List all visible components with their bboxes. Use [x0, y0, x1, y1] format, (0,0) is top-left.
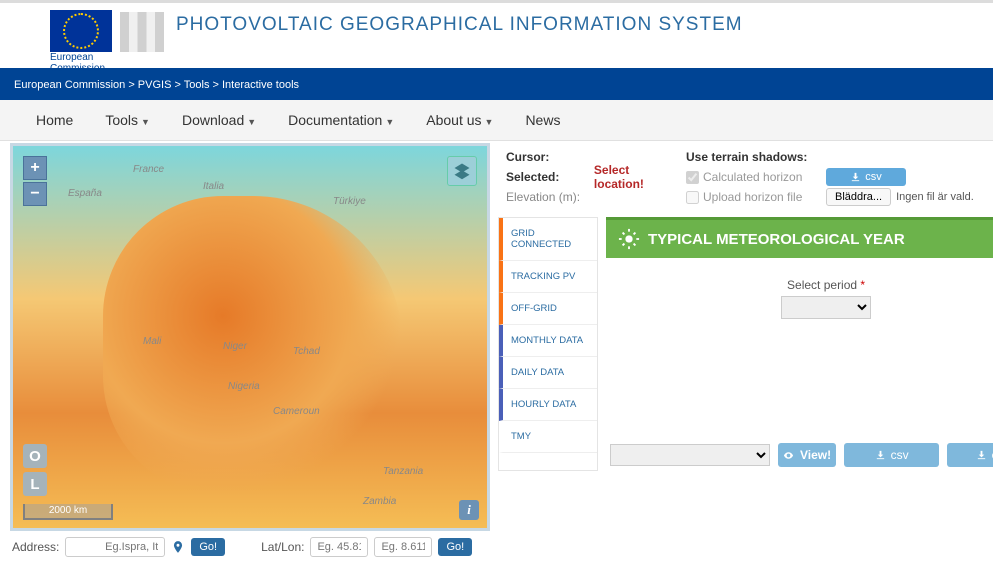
- selected-label: Selected:: [506, 170, 594, 184]
- view-button[interactable]: View!: [778, 443, 836, 467]
- elevation-label: Elevation (m):: [506, 190, 601, 204]
- tab-daily-data[interactable]: DAILY DATA: [499, 357, 597, 389]
- address-input[interactable]: [65, 537, 165, 557]
- browse-file-button[interactable]: Bläddra...: [826, 188, 891, 206]
- main-menu: Home Tools▼ Download▼ Documentation▼ Abo…: [0, 100, 993, 141]
- tab-monthly-data[interactable]: MONTHLY DATA: [499, 325, 597, 357]
- tab-tracking-pv[interactable]: TRACKING PV: [499, 261, 597, 293]
- ec-org-label: EuropeanCommission: [0, 52, 993, 72]
- tab-tmy[interactable]: TMY: [499, 421, 597, 453]
- latlon-label: Lat/Lon:: [261, 540, 304, 554]
- no-file-label: Ingen fil är vald.: [896, 191, 974, 203]
- zoom-out-button[interactable]: −: [23, 182, 47, 206]
- menu-tools[interactable]: Tools▼: [89, 106, 166, 134]
- download-csv-bottom-button[interactable]: csv: [844, 443, 939, 467]
- map-label: Türkiye: [333, 196, 366, 207]
- chevron-down-icon: ▼: [247, 117, 256, 127]
- chevron-down-icon: ▼: [385, 117, 394, 127]
- marker-icon: [171, 540, 185, 554]
- download-icon: [850, 172, 861, 183]
- address-label: Address:: [12, 540, 59, 554]
- page-title: PHOTOVOLTAIC GEOGRAPHICAL INFORMATION SY…: [176, 14, 743, 52]
- address-go-button[interactable]: Go!: [191, 538, 225, 556]
- map-label: Italia: [203, 181, 224, 192]
- map-label: Zambia: [363, 496, 396, 507]
- zoom-in-button[interactable]: +: [23, 156, 47, 180]
- menu-download[interactable]: Download▼: [166, 106, 272, 134]
- shadows-label: Use terrain shadows:: [686, 150, 807, 164]
- select-period-label: Select period: [787, 278, 857, 292]
- tmy-icon: [618, 228, 640, 250]
- map-scale: 2000 km: [23, 504, 113, 520]
- map-label: Nigeria: [228, 381, 260, 392]
- map-label: Cameroun: [273, 406, 320, 417]
- map-l-button[interactable]: L: [23, 472, 47, 496]
- layers-button[interactable]: [447, 156, 477, 186]
- ec-flag-logo: [50, 10, 112, 52]
- tab-off-grid[interactable]: OFF-GRID: [499, 293, 597, 325]
- map-label: Mali: [143, 336, 161, 347]
- map-label: Tchad: [293, 346, 320, 357]
- eye-icon: [783, 450, 794, 461]
- upload-horizon-checkbox[interactable]: Upload horizon file: [686, 190, 802, 204]
- lon-input[interactable]: [374, 537, 432, 557]
- period-select[interactable]: [781, 296, 871, 319]
- map-label: España: [68, 188, 102, 199]
- download-csv-button[interactable]: csv: [826, 168, 906, 186]
- cursor-label: Cursor:: [506, 150, 601, 164]
- map-label: France: [133, 164, 164, 175]
- map-info-button[interactable]: i: [459, 500, 479, 520]
- bottom-select[interactable]: [610, 444, 770, 466]
- tab-hourly-data[interactable]: HOURLY DATA: [499, 389, 597, 421]
- lat-input[interactable]: [310, 537, 368, 557]
- map-label: Tanzania: [383, 466, 423, 477]
- tab-grid-connected[interactable]: GRID CONNECTED: [499, 218, 597, 261]
- download-icon: [976, 450, 987, 461]
- panel-header: TYPICAL METEOROLOGICAL YEAR ?: [606, 217, 993, 258]
- required-star: *: [860, 278, 865, 292]
- calc-horizon-checkbox[interactable]: Calculated horizon: [686, 170, 802, 184]
- latlon-go-button[interactable]: Go!: [438, 538, 472, 556]
- selected-value: Select location!: [594, 163, 676, 191]
- side-tabs: GRID CONNECTED TRACKING PV OFF-GRID MONT…: [498, 217, 598, 471]
- layers-icon: [453, 162, 471, 180]
- chevron-down-icon: ▼: [485, 117, 494, 127]
- panel-title: TYPICAL METEOROLOGICAL YEAR: [648, 231, 905, 248]
- map-label: Niger: [223, 341, 247, 352]
- menu-home[interactable]: Home: [20, 106, 89, 134]
- chevron-down-icon: ▼: [141, 117, 150, 127]
- menu-about[interactable]: About us▼: [410, 106, 509, 134]
- breadcrumb[interactable]: European Commission > PVGIS > Tools > In…: [0, 72, 993, 100]
- map-o-button[interactable]: O: [23, 444, 47, 468]
- menu-news[interactable]: News: [509, 106, 576, 134]
- download-icon: [875, 450, 886, 461]
- map-canvas[interactable]: España France Italia Türkiye Mali Niger …: [10, 143, 490, 531]
- download-epw-button[interactable]: epw: [947, 443, 993, 467]
- ec-building-logo: [120, 12, 164, 52]
- menu-documentation[interactable]: Documentation▼: [272, 106, 410, 134]
